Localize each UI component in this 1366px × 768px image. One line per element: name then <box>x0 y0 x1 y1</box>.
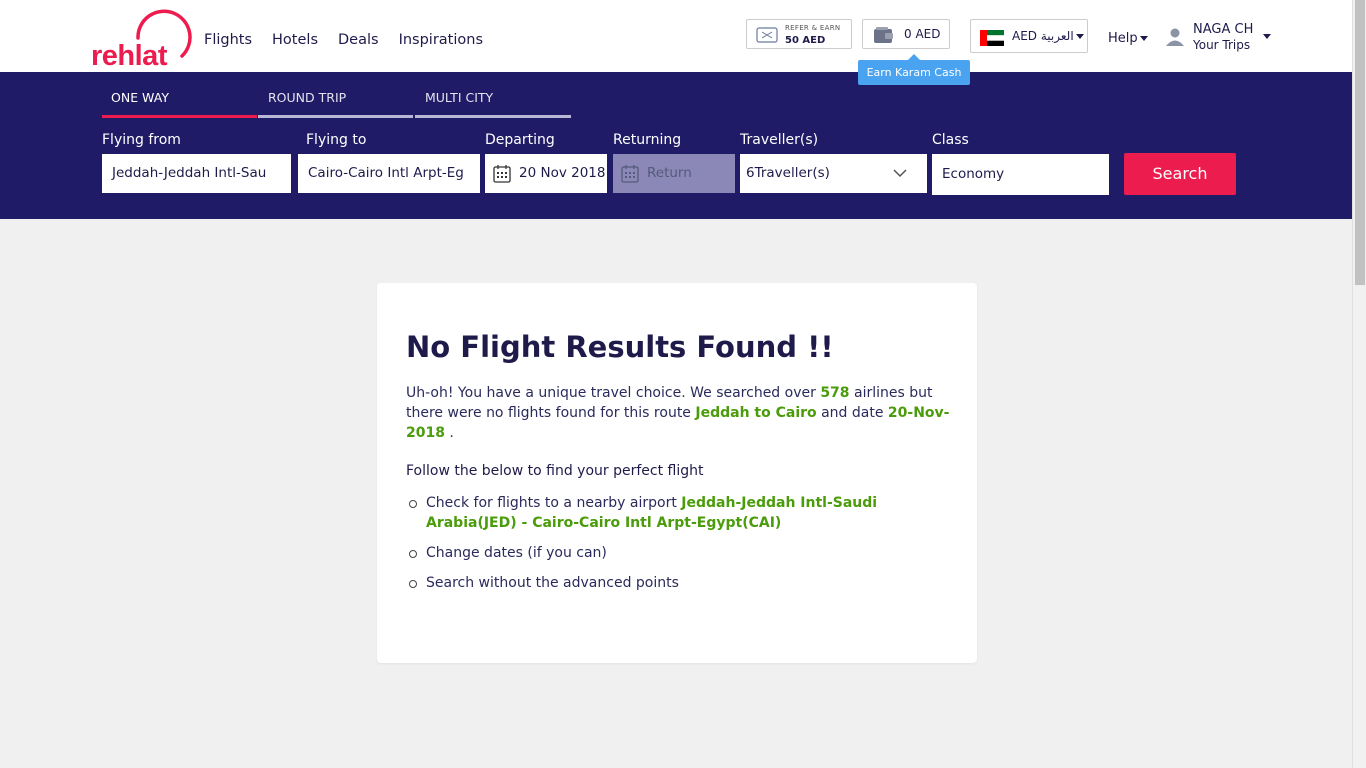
nav-deals[interactable]: Deals <box>338 32 379 48</box>
refer-label: REFER & EARN <box>785 24 841 32</box>
no-results-title: No Flight Results Found !! <box>406 330 834 364</box>
chevron-down-icon[interactable] <box>1263 34 1271 39</box>
wallet-icon <box>874 27 893 43</box>
wallet-amount: 0 AED <box>904 27 941 41</box>
return-date-input[interactable]: Return <box>613 154 735 193</box>
departing-date-input[interactable]: 20 Nov 2018 <box>485 154 607 193</box>
tab-round-trip[interactable]: ROUND TRIP <box>268 90 346 105</box>
tips-list: Check for flights to a nearby airport Je… <box>406 493 951 603</box>
user-avatar-icon[interactable] <box>1165 27 1185 47</box>
nav-flights[interactable]: Flights <box>204 32 252 48</box>
scrollbar-thumb[interactable] <box>1355 0 1365 285</box>
earn-karam-tooltip: Earn Karam Cash <box>858 54 970 85</box>
return-placeholder: Return <box>647 165 692 181</box>
follow-heading: Follow the below to find your perfect fl… <box>406 463 704 479</box>
refer-earn-button[interactable]: REFER & EARN 50 AED <box>746 19 852 49</box>
help-menu[interactable]: Help <box>1108 31 1148 46</box>
departing-label: Departing <box>485 132 555 148</box>
tab-one-way[interactable]: ONE WAY <box>111 90 169 105</box>
flying-to-input[interactable]: Cairo-Cairo Intl Arpt-Eg <box>298 154 480 193</box>
your-trips-link[interactable]: Your Trips <box>1193 38 1250 52</box>
no-results-card: No Flight Results Found !! Uh-oh! You ha… <box>377 283 977 663</box>
chevron-down-icon <box>1139 36 1148 41</box>
calendar-icon <box>493 165 511 183</box>
class-select[interactable]: Economy <box>932 154 1109 195</box>
nav-hotels[interactable]: Hotels <box>272 32 318 48</box>
list-item: Change dates (if you can) <box>406 543 951 563</box>
user-name[interactable]: NAGA CH <box>1193 22 1253 37</box>
class-label: Class <box>932 132 969 148</box>
travellers-value: 6Traveller(s) <box>746 165 830 181</box>
page-scrollbar[interactable] <box>1352 0 1366 768</box>
nav-inspirations[interactable]: Inspirations <box>399 32 483 48</box>
no-results-message: Uh-oh! You have a unique travel choice. … <box>406 385 950 441</box>
currency-language-select[interactable]: AED العربية <box>970 19 1088 53</box>
travellers-label: Traveller(s) <box>740 132 819 148</box>
flying-from-label: Flying from <box>102 132 181 148</box>
top-header: rehlat Flights Hotels Deals Inspirations… <box>0 0 1352 85</box>
currency-label: AED العربية <box>1012 29 1084 43</box>
flying-from-input[interactable]: Jeddah-Jeddah Intl-Sau <box>102 154 291 193</box>
logo-text: rehlat <box>91 40 167 72</box>
travellers-select[interactable]: 6Traveller(s) <box>740 154 927 193</box>
airline-count: 578 <box>820 385 850 401</box>
tab-multi-city[interactable]: MULTI CITY <box>425 90 493 105</box>
main-nav: Flights Hotels Deals Inspirations <box>204 32 503 48</box>
gift-card-icon <box>756 27 778 43</box>
rehlat-logo[interactable]: rehlat <box>90 8 192 72</box>
refer-amount: 50 AED <box>785 35 826 46</box>
uae-flag-icon <box>980 30 1004 46</box>
wallet-button[interactable]: 0 AED <box>862 19 950 49</box>
route-highlight: Jeddah to Cairo <box>695 405 817 421</box>
flying-to-label: Flying to <box>306 132 367 148</box>
search-button[interactable]: Search <box>1124 153 1236 195</box>
returning-label: Returning <box>613 132 682 148</box>
chevron-down-icon <box>1075 34 1084 39</box>
departing-date-value: 20 Nov 2018 <box>519 165 606 181</box>
tab-divider <box>415 115 571 118</box>
tab-divider <box>258 115 413 118</box>
list-item: Check for flights to a nearby airport Je… <box>406 493 951 533</box>
calendar-icon <box>621 165 639 183</box>
active-tab-indicator <box>102 115 257 118</box>
list-item: Search without the advanced points <box>406 573 951 593</box>
chevron-down-icon <box>893 169 907 178</box>
